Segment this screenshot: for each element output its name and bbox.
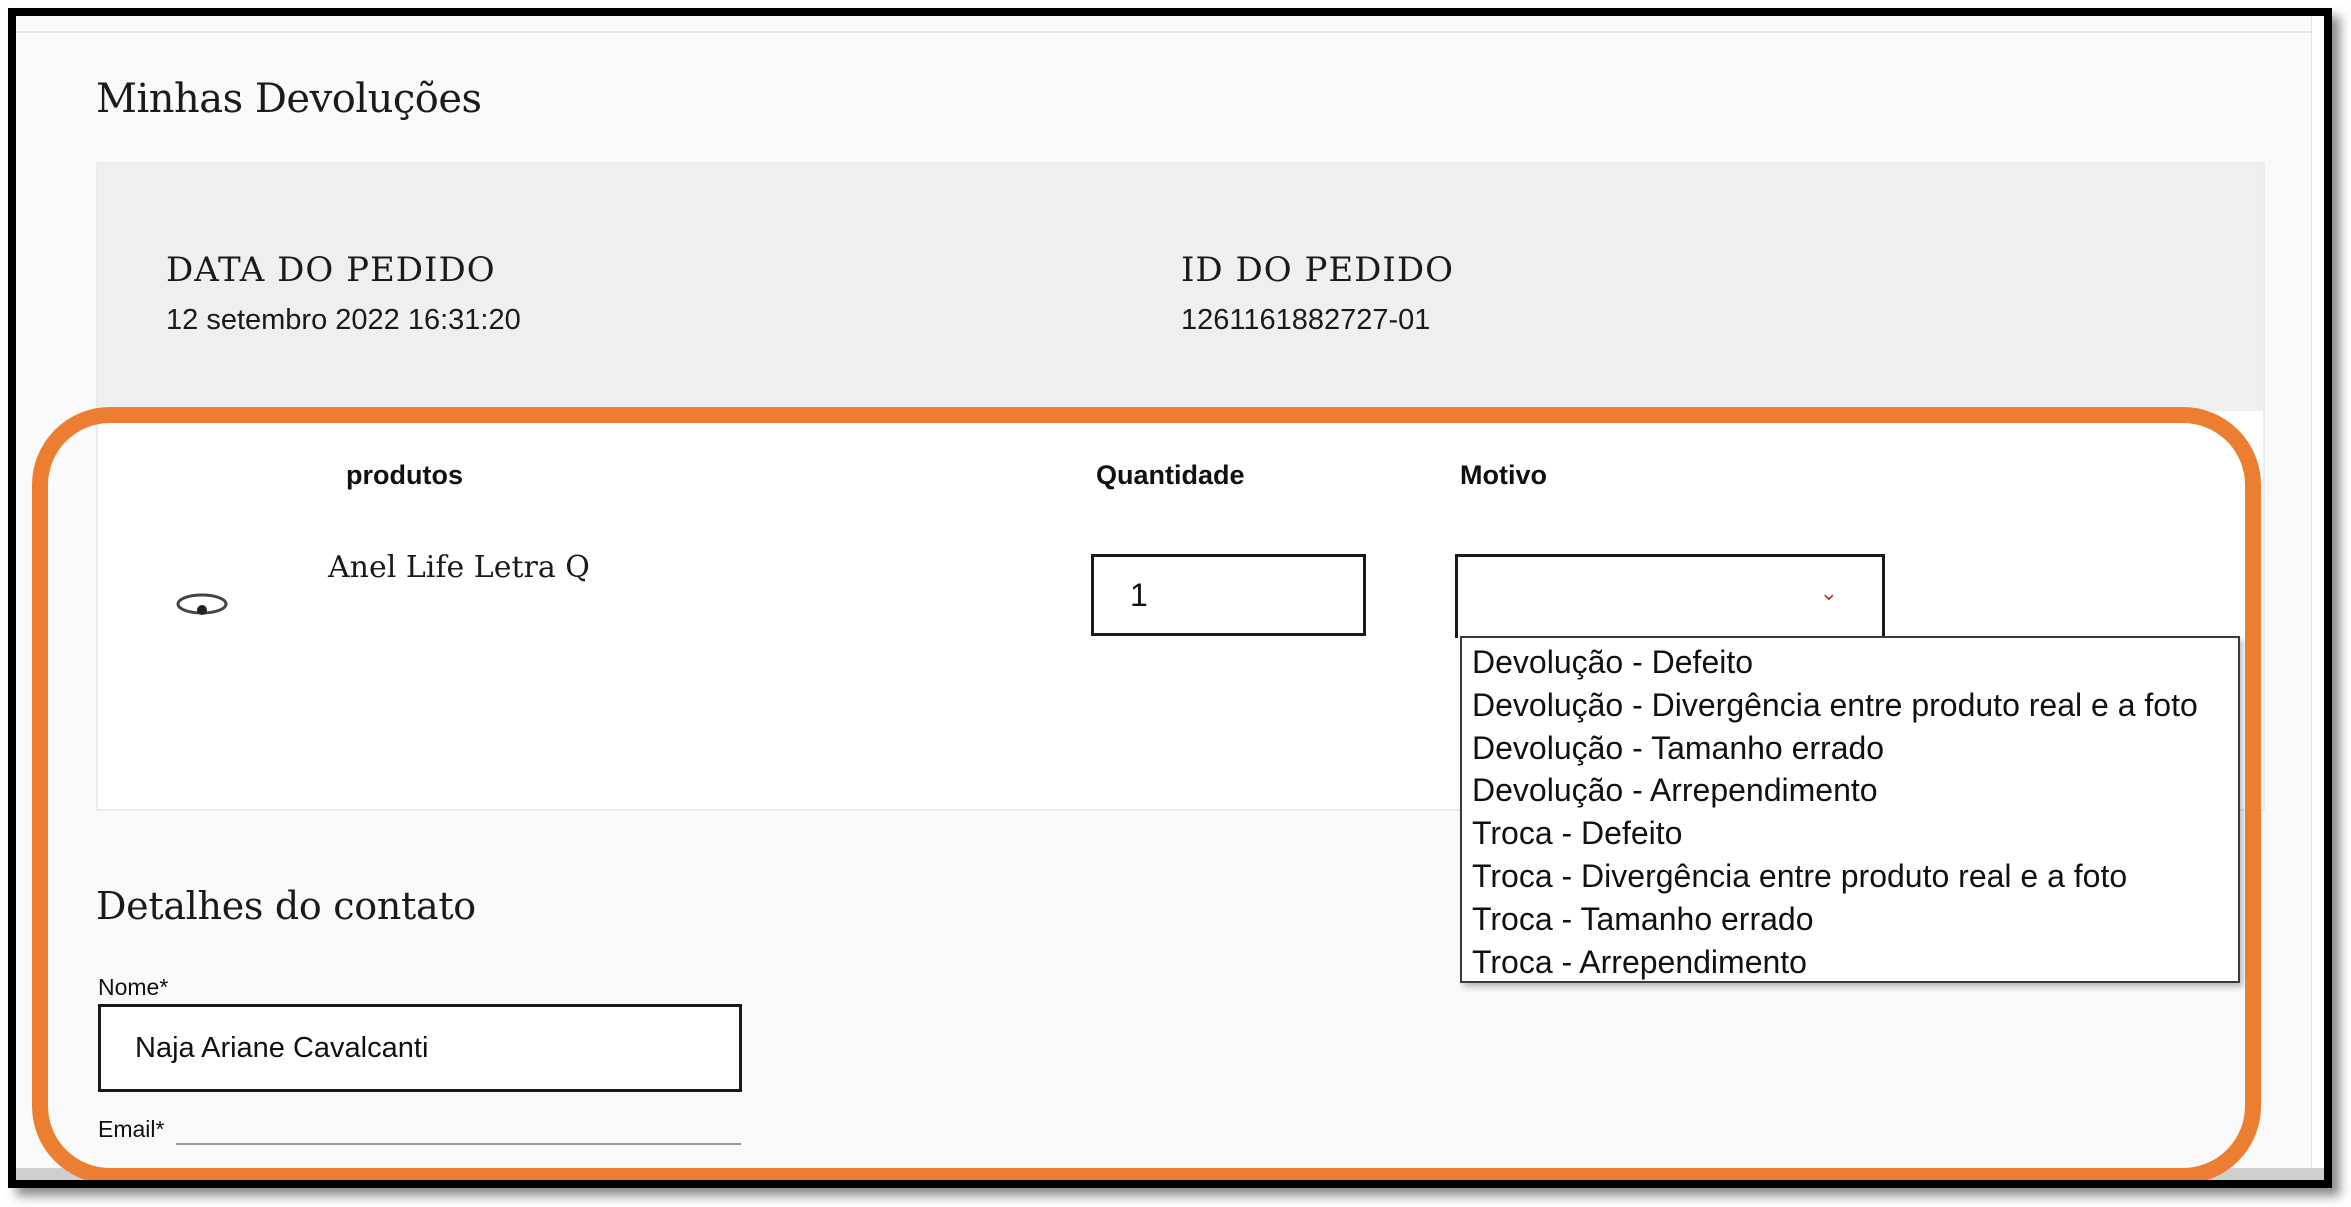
reason-select[interactable]: ⌄ xyxy=(1455,554,1885,638)
email-field-label: Email* xyxy=(98,1116,165,1142)
scrollbar-track[interactable] xyxy=(2311,16,2324,1180)
dropdown-option[interactable]: Troca - Tamanho errado xyxy=(1472,898,2238,941)
chevron-down-icon[interactable]: ⌄ xyxy=(1820,581,1838,606)
dropdown-option[interactable]: Troca - Divergência entre produto real e… xyxy=(1472,855,2238,898)
dropdown-option[interactable]: Devolução - Defeito xyxy=(1472,641,2238,684)
order-date-label: DATA DO PEDIDO xyxy=(166,250,496,290)
contact-section-title: Detalhes do contato xyxy=(96,884,476,928)
dropdown-option[interactable]: Troca - Defeito xyxy=(1472,812,2238,855)
name-field-label: Nome* xyxy=(98,974,169,1000)
dropdown-option[interactable]: Devolução - Divergência entre produto re… xyxy=(1472,684,2238,727)
name-field[interactable]: Naja Ariane Cavalcanti xyxy=(98,1004,742,1092)
order-id-value: 1261161882727-01 xyxy=(1181,304,1431,336)
dropdown-option[interactable]: Devolução - Arrependimento xyxy=(1472,769,2238,812)
order-header: DATA DO PEDIDO 12 setembro 2022 16:31:20… xyxy=(98,164,2263,411)
ring-icon xyxy=(172,584,232,624)
dropdown-option[interactable]: Devolução - Tamanho errado xyxy=(1472,727,2238,770)
quantity-input[interactable]: 1 xyxy=(1091,554,1366,636)
top-divider xyxy=(16,31,2324,33)
column-header-quantity: Quantidade xyxy=(1096,460,1245,490)
order-id-label: ID DO PEDIDO xyxy=(1181,250,1454,290)
product-name[interactable]: Anel Life Letra Q xyxy=(328,550,590,585)
column-header-products: produtos xyxy=(346,460,463,490)
page-title: Minhas Devoluções xyxy=(96,76,482,122)
screenshot-frame: Minhas Devoluções DATA DO PEDIDO 12 sete… xyxy=(8,8,2332,1188)
dropdown-option[interactable]: Troca - Arrependimento xyxy=(1472,941,2238,984)
email-field[interactable] xyxy=(176,1143,741,1145)
horizontal-scrollbar[interactable] xyxy=(16,1168,2324,1180)
order-date-value: 12 setembro 2022 16:31:20 xyxy=(166,304,521,336)
column-header-reason: Motivo xyxy=(1460,460,1547,490)
reason-dropdown-list[interactable]: Devolução - Defeito Devolução - Divergên… xyxy=(1460,636,2240,983)
